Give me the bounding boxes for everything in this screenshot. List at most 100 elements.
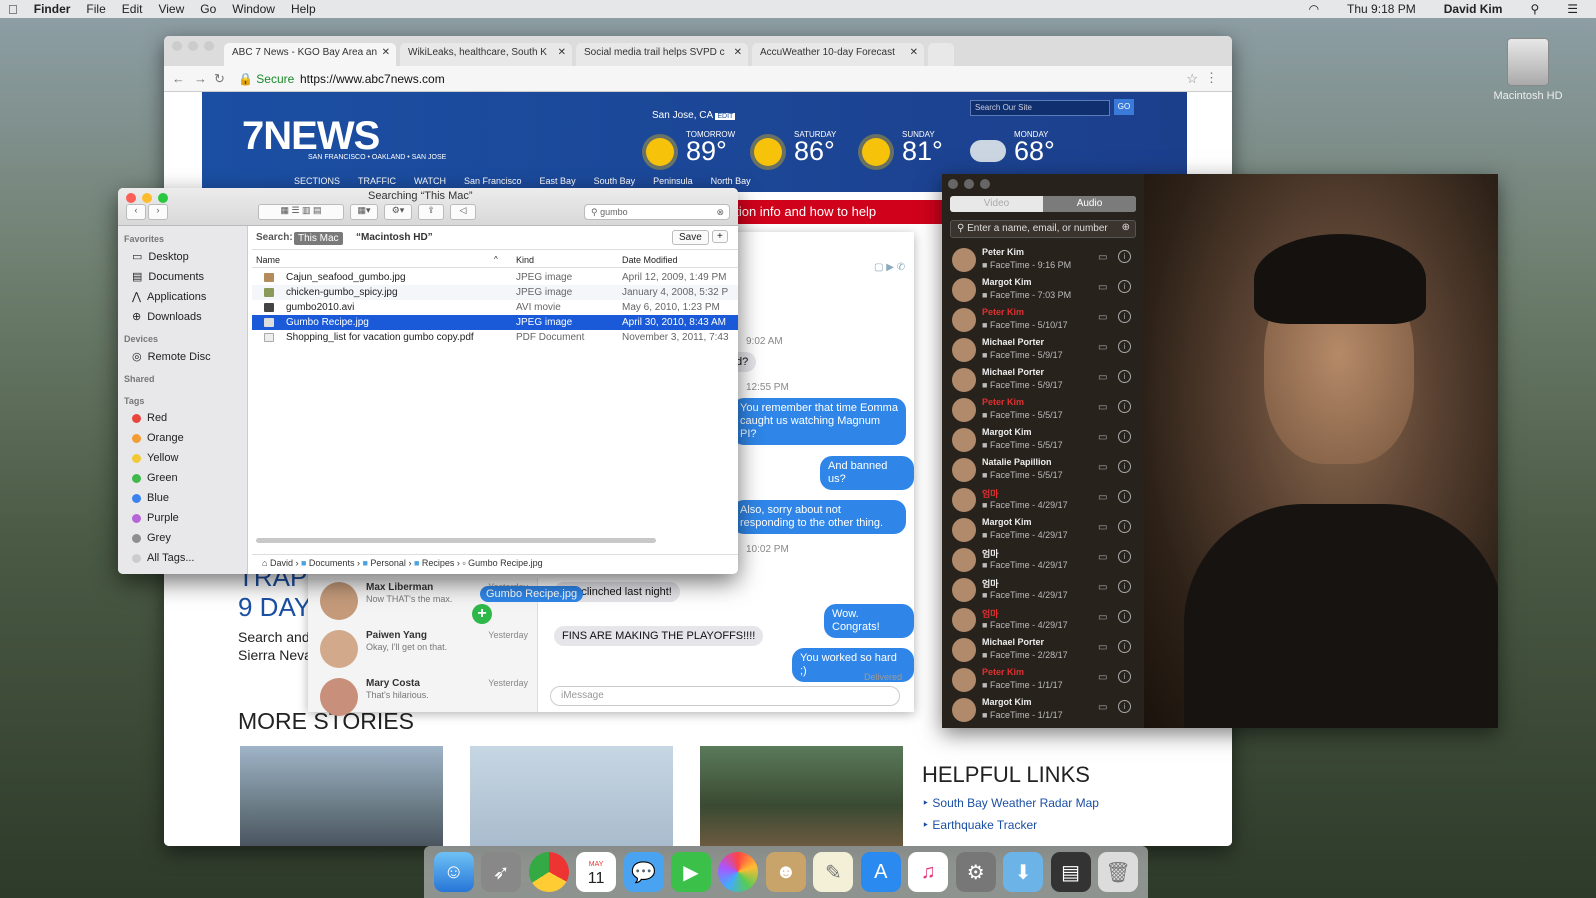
nav-south-bay[interactable]: South Bay bbox=[594, 176, 636, 186]
notification-center-icon[interactable]: ☰ bbox=[1567, 2, 1578, 16]
info-icon[interactable]: i bbox=[1118, 310, 1131, 323]
app-store-dock-icon[interactable]: A bbox=[860, 852, 901, 892]
recent-call-item[interactable]: Peter Kim ■ FaceTime - 9:16 PM ▭ i bbox=[942, 244, 1144, 274]
video-camera-icon[interactable]: ▭ bbox=[1098, 402, 1107, 413]
arrange-icon[interactable]: ▦▾ bbox=[350, 204, 378, 220]
sidebar-tag-purple[interactable]: Purple bbox=[132, 512, 179, 524]
forward-icon[interactable]: › bbox=[148, 204, 168, 220]
menu-app-finder[interactable]: Finder bbox=[34, 2, 71, 16]
file-row[interactable]: gumbo2010.avi AVI movie May 6, 2010, 1:23 … bbox=[252, 300, 738, 315]
forward-icon[interactable]: → bbox=[194, 71, 207, 86]
sidebar-tag-blue[interactable]: Blue bbox=[132, 492, 169, 504]
path-segment[interactable]: Documents bbox=[309, 558, 355, 568]
menu-go[interactable]: Go bbox=[200, 2, 216, 16]
nav-san-francisco[interactable]: San Francisco bbox=[464, 176, 522, 186]
downloads-folder-dock-icon[interactable]: ⬇ bbox=[1003, 852, 1044, 892]
menu-window[interactable]: Window bbox=[232, 2, 275, 16]
menu-help[interactable]: Help bbox=[291, 2, 316, 16]
zoom-button[interactable] bbox=[158, 193, 168, 203]
add-criteria-button[interactable]: + bbox=[712, 230, 728, 243]
close-tab-icon[interactable]: ✕ bbox=[558, 47, 566, 58]
info-icon[interactable]: i bbox=[1118, 490, 1131, 503]
clear-search-icon[interactable]: ⊗ bbox=[716, 207, 724, 218]
column-kind[interactable]: Kind bbox=[516, 255, 534, 265]
calendar-dock-icon[interactable]: MAY 11 bbox=[576, 852, 617, 892]
nav-east-bay[interactable]: East Bay bbox=[540, 176, 576, 186]
browser-tab[interactable]: ABC 7 News - KGO Bay Area an ✕ bbox=[224, 43, 396, 66]
recent-call-item[interactable]: Margot Kim ■ FaceTime - 5/5/17 ▭ i bbox=[942, 424, 1144, 454]
screenshot-stack-dock-icon[interactable]: ▤ bbox=[1050, 852, 1091, 892]
video-camera-icon[interactable]: ▭ bbox=[1098, 552, 1107, 563]
back-icon[interactable]: ‹ bbox=[126, 204, 146, 220]
view-mode-icon[interactable]: ▦ ☰ ▥ ▤ bbox=[258, 204, 344, 220]
gear-icon[interactable]: ⚙▾ bbox=[384, 204, 412, 220]
menubar-user[interactable]: David Kim bbox=[1444, 2, 1503, 16]
video-camera-icon[interactable]: ▭ bbox=[1098, 522, 1107, 533]
browser-tab[interactable]: WikiLeaks, healthcare, South K ✕ bbox=[400, 43, 572, 66]
video-camera-icon[interactable]: ▭ bbox=[1098, 342, 1107, 353]
sidebar-tag-grey[interactable]: Grey bbox=[132, 532, 171, 544]
trash-dock-icon[interactable]: 🗑 bbox=[1098, 852, 1139, 892]
info-icon[interactable]: i bbox=[1118, 430, 1131, 443]
recent-call-item[interactable]: Margot Kim ■ FaceTime - 4/29/17 ▭ i bbox=[942, 514, 1144, 544]
path-segment[interactable]: Gumbo Recipe.jpg bbox=[468, 558, 543, 568]
recent-call-item[interactable]: Peter Kim ■ FaceTime - 5/10/17 ▭ i bbox=[942, 304, 1144, 334]
video-camera-icon[interactable]: ▭ bbox=[1098, 582, 1107, 593]
link-earthquake-tracker[interactable]: ‣ Earthquake Tracker bbox=[922, 818, 1037, 832]
sidebar-item-documents[interactable]: ▤ Documents bbox=[132, 270, 204, 284]
close-tab-icon[interactable]: ✕ bbox=[382, 47, 390, 58]
chrome-dock-icon[interactable] bbox=[528, 852, 569, 892]
recent-call-item[interactable]: 엄마 ■ FaceTime - 4/29/17 ▭ i bbox=[942, 484, 1144, 514]
finder-search-input[interactable]: ⚲ gumbo ⊗ bbox=[584, 204, 730, 220]
path-segment[interactable]: David bbox=[270, 558, 293, 568]
scope-this-mac[interactable]: This Mac bbox=[294, 232, 343, 245]
tag-icon[interactable]: ◁ bbox=[450, 204, 476, 220]
close-tab-icon[interactable]: ✕ bbox=[910, 47, 918, 58]
abc7-logo[interactable]: 7NEWS bbox=[242, 114, 380, 159]
save-search-button[interactable]: Save bbox=[672, 230, 709, 245]
info-icon[interactable]: i bbox=[1118, 340, 1131, 353]
sidebar-tag-green[interactable]: Green bbox=[132, 472, 178, 484]
sidebar-item-downloads[interactable]: ⊕ Downloads bbox=[132, 310, 202, 324]
video-camera-icon[interactable]: ▭ bbox=[1098, 462, 1107, 473]
site-search-input[interactable]: Search Our Site bbox=[970, 100, 1110, 116]
messages-dock-icon[interactable]: 💬 bbox=[623, 852, 664, 892]
link-weather-radar[interactable]: ‣ South Bay Weather Radar Map bbox=[922, 796, 1099, 810]
minimize-button[interactable] bbox=[188, 41, 198, 51]
recent-call-item[interactable]: Margot Kim ■ FaceTime - 7:03 PM ▭ i bbox=[942, 274, 1144, 304]
tab-video[interactable]: Video bbox=[950, 196, 1043, 212]
sidebar-tag-yellow[interactable]: Yellow bbox=[132, 452, 178, 464]
info-icon[interactable]: i bbox=[1118, 550, 1131, 563]
recent-call-item[interactable]: Michael Porter ■ FaceTime - 5/9/17 ▭ i bbox=[942, 334, 1144, 364]
facetime-search-input[interactable]: ⚲ Enter a name, email, or number ⊕ bbox=[950, 220, 1136, 238]
nav-traffic[interactable]: TRAFFIC bbox=[358, 176, 396, 186]
apple-menu-icon[interactable]:  bbox=[8, 2, 18, 17]
nav-watch[interactable]: WATCH bbox=[414, 176, 446, 186]
conversation-item[interactable]: Paiwen Yang Okay, I'll get on that. Yester… bbox=[308, 626, 538, 674]
dragged-file-label[interactable]: Gumbo Recipe.jpg bbox=[480, 586, 584, 602]
horizontal-scrollbar[interactable] bbox=[256, 538, 656, 543]
file-row-selected[interactable]: Gumbo Recipe.jpg JPEG image April 30, 2010… bbox=[252, 315, 738, 330]
more-menu-icon[interactable]: ⋮ bbox=[1205, 70, 1218, 86]
info-icon[interactable]: i bbox=[1118, 370, 1131, 383]
video-camera-icon[interactable]: ▭ bbox=[1098, 642, 1107, 653]
sidebar-tag-red[interactable]: Red bbox=[132, 412, 167, 424]
menu-edit[interactable]: Edit bbox=[122, 2, 143, 16]
info-icon[interactable]: i bbox=[1118, 610, 1131, 623]
sidebar-item-applications[interactable]: ⋀ Applications bbox=[132, 290, 206, 304]
secure-badge[interactable]: 🔒 Secure bbox=[238, 72, 294, 86]
nav-sections[interactable]: SECTIONS bbox=[294, 176, 340, 186]
story-thumbnail-cabin[interactable] bbox=[700, 746, 903, 846]
zoom-button[interactable] bbox=[204, 41, 214, 51]
recent-call-item[interactable]: 엄마 ■ FaceTime - 4/29/17 ▭ i bbox=[942, 604, 1144, 634]
sidebar-tag-orange[interactable]: Orange bbox=[132, 432, 184, 444]
minimize-button[interactable] bbox=[964, 179, 974, 189]
sort-ascending-icon[interactable]: ^ bbox=[494, 255, 498, 264]
close-button[interactable] bbox=[126, 193, 136, 203]
nav-north-bay[interactable]: North Bay bbox=[711, 176, 751, 186]
path-segment[interactable]: Recipes bbox=[422, 558, 455, 568]
info-icon[interactable]: i bbox=[1118, 640, 1131, 653]
sidebar-item-desktop[interactable]: ▭ Desktop bbox=[132, 250, 189, 264]
story-thumbnail-city[interactable] bbox=[240, 746, 443, 846]
recent-call-item[interactable]: 엄마 ■ FaceTime - 4/29/17 ▭ i bbox=[942, 544, 1144, 574]
